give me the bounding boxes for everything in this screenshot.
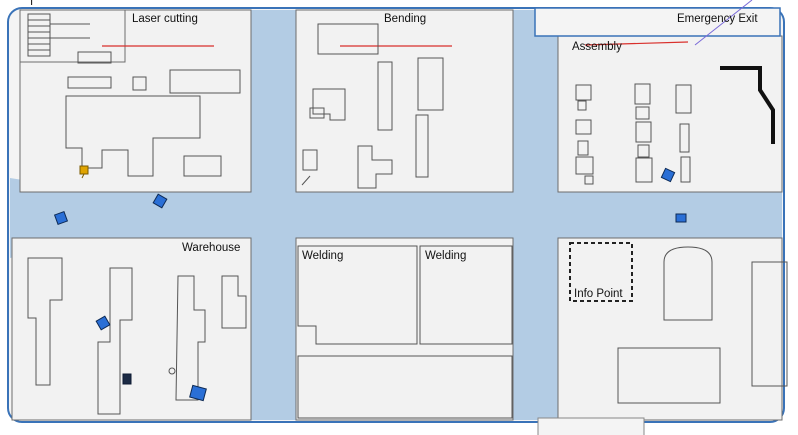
label-bending: Bending: [384, 13, 426, 25]
bottom-annex: [537, 417, 645, 435]
zone-warehouse: [11, 237, 252, 421]
zone-welding: [295, 237, 514, 421]
zone-assembly: [534, 0, 783, 193]
zone-laser-cutting: [19, 9, 252, 193]
header-fragment: ا: [30, 0, 33, 8]
label-welding-right: Welding: [425, 250, 466, 262]
label-welding-left: Welding: [302, 250, 343, 262]
label-warehouse: Warehouse: [182, 242, 240, 254]
label-info-point: Info Point: [574, 288, 623, 300]
zone-bending: [295, 9, 514, 193]
mobile-robot-icon[interactable]: [122, 373, 132, 385]
label-laser-cutting: Laser cutting: [132, 13, 198, 25]
factory-floor-map: ا Laser cutting Bending Emergency Exit A…: [7, 0, 788, 435]
label-emergency-exit: Emergency Exit: [677, 13, 758, 25]
mobile-robot-icon[interactable]: [675, 213, 687, 223]
label-assembly: Assembly: [572, 41, 622, 53]
zone-info: [557, 237, 788, 421]
